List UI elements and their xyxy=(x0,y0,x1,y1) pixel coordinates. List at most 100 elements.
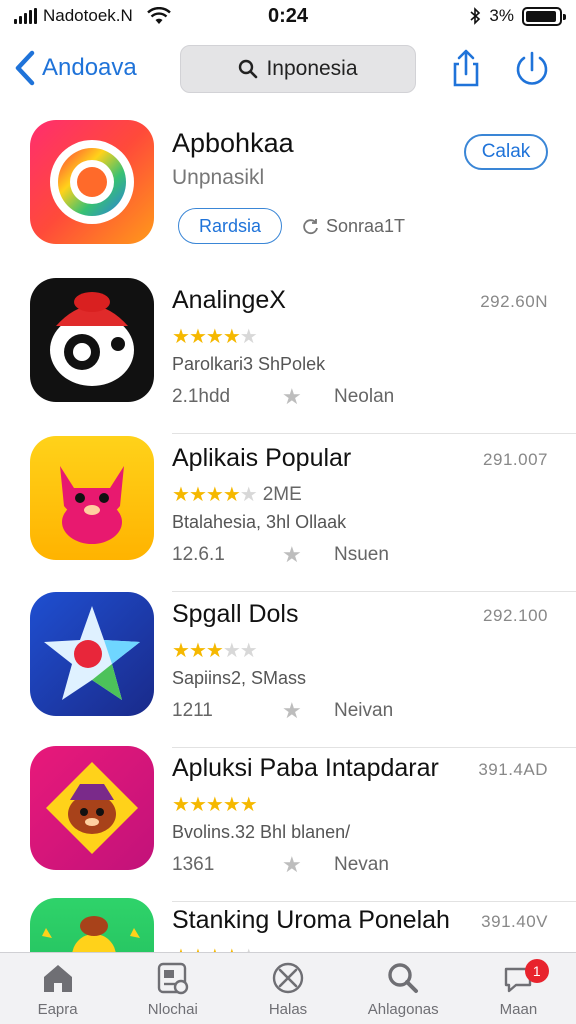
apps-icon xyxy=(157,962,188,995)
rating-star: ★ xyxy=(222,794,241,816)
rating-star: ★ xyxy=(188,484,207,506)
rating-star: ★ xyxy=(239,326,258,348)
star-icon: ★ xyxy=(282,698,302,723)
star-rating: ★★★★★ xyxy=(172,792,263,817)
rating-star: ★ xyxy=(205,794,224,816)
meta-left: 12.6.1 xyxy=(172,544,225,565)
featured-app[interactable]: Apbohkaa Unpnasikl Calak Rardsia Sonraa1… xyxy=(0,120,576,260)
compass-icon xyxy=(272,962,304,994)
meta-left: 1211 xyxy=(172,700,213,721)
size-link[interactable]: Sonraa1T xyxy=(302,216,405,237)
tab-bar: Eapra Nlochai Halas Ahlagonas 1 Maan xyxy=(0,952,576,1024)
app-price: 391.40V xyxy=(481,912,548,931)
app-meta: 2.1hdd ★ Neolan xyxy=(172,384,394,410)
app-description: Btalahesia, 3hl Ollaak xyxy=(172,512,347,532)
tab-home[interactable]: Eapra xyxy=(0,953,115,1024)
app-icon xyxy=(30,592,154,716)
get-button[interactable]: Calak xyxy=(464,134,548,170)
app-name: Spgall Dols xyxy=(172,600,299,628)
star-icon: ★ xyxy=(282,384,302,409)
size-label: Sonraa1T xyxy=(326,216,406,236)
search-field[interactable]: Inponesia xyxy=(180,45,416,93)
app-description: Sapiins2, SMass xyxy=(172,668,307,688)
app-description: Bvolins.32 Bhl blanen/ xyxy=(172,822,351,842)
rating-star: ★ xyxy=(172,794,190,816)
rating-star: ★ xyxy=(222,640,241,662)
app-price: 292.100 xyxy=(483,606,548,625)
rating-star: ★ xyxy=(239,794,258,816)
rating-star: ★ xyxy=(205,640,224,662)
rating-star: ★ xyxy=(239,484,258,506)
share-icon[interactable] xyxy=(446,48,486,88)
list-item[interactable]: Aplikais Popular 291.007 ★★★★★ 2ME Btalah… xyxy=(0,436,576,592)
tab-label: Nlochai xyxy=(147,1001,198,1018)
divider xyxy=(172,433,576,434)
tab-label: Ahlagonas xyxy=(367,1001,439,1018)
rating-star: ★ xyxy=(222,326,241,348)
app-icon xyxy=(30,436,154,560)
featured-app-icon xyxy=(30,120,154,244)
app-description: Parolkari3 ShPolek xyxy=(172,354,326,374)
battery-percent: 3% xyxy=(489,6,514,25)
featured-app-title: Apbohkaa xyxy=(172,128,294,158)
rating-star: ★ xyxy=(188,640,207,662)
search-text: Inponesia xyxy=(266,57,358,80)
back-label: Andoava xyxy=(42,54,137,81)
app-icon xyxy=(30,278,154,402)
meta-right: Nevan xyxy=(334,854,389,875)
status-right: 3% xyxy=(469,6,566,26)
star-icon: ★ xyxy=(282,852,302,877)
star-rating: ★★★★★ xyxy=(172,638,263,663)
tab-label: Maan xyxy=(499,1001,538,1018)
refresh-icon xyxy=(303,218,318,234)
app-name: Aplikais Popular xyxy=(172,444,352,472)
home-icon xyxy=(43,965,72,992)
rating-star: ★ xyxy=(205,326,224,348)
rating-star: ★ xyxy=(205,484,224,506)
app-price: 292.60N xyxy=(480,292,548,311)
app-name: Apluksi Paba Intapdarar xyxy=(172,754,439,782)
star-rating: ★★★★★ xyxy=(172,324,263,349)
star-rating: ★★★★★ 2ME xyxy=(172,483,302,507)
tab-label: Eapra xyxy=(37,1001,78,1018)
tab-compass[interactable]: Halas xyxy=(230,953,345,1024)
back-button[interactable]: Andoava xyxy=(14,50,137,86)
navigation-bar: Andoava Inponesia xyxy=(0,42,576,98)
search-icon xyxy=(388,963,419,993)
rating-star: ★ xyxy=(239,640,258,662)
rating-star: ★ xyxy=(188,794,207,816)
chevron-left-icon xyxy=(15,50,35,86)
search-icon xyxy=(239,59,258,79)
app-name: Stanking Uroma Ponelah xyxy=(172,906,450,934)
tab-apps[interactable]: Nlochai xyxy=(115,953,230,1024)
power-icon[interactable] xyxy=(512,48,552,88)
rating-star: ★ xyxy=(172,640,190,662)
app-icon xyxy=(30,746,154,870)
status-bar: Nadotoek.N 0:24 3% xyxy=(0,0,576,36)
bluetooth-icon xyxy=(470,7,481,25)
category-pill-button[interactable]: Rardsia xyxy=(178,208,282,244)
app-price: 391.4AD xyxy=(478,760,548,779)
rating-star: ★ xyxy=(172,484,190,506)
list-item[interactable]: Apluksi Paba Intapdarar 391.4AD ★★★★★ Bv… xyxy=(0,746,576,902)
app-name: AnalingeX xyxy=(172,286,286,314)
meta-left: 1361 xyxy=(172,854,215,875)
rating-star: ★ xyxy=(172,326,190,348)
app-meta: 1211 ★ Neivan xyxy=(172,698,393,724)
meta-right: Neolan xyxy=(334,386,395,407)
meta-right: Neivan xyxy=(334,700,394,721)
app-price: 291.007 xyxy=(483,450,548,469)
meta-right: Nsuen xyxy=(334,544,389,565)
star-icon: ★ xyxy=(282,542,302,567)
featured-app-subtitle: Unpnasikl xyxy=(172,166,265,189)
tab-search[interactable]: Ahlagonas xyxy=(346,953,461,1024)
notification-badge: 1 xyxy=(524,959,549,983)
rating-star: ★ xyxy=(222,484,241,506)
app-meta: 1361 ★ Nevan xyxy=(172,852,389,878)
list-item[interactable]: AnalingeX 292.60N ★★★★★ Parolkari3 ShPol… xyxy=(0,278,576,434)
tab-messages[interactable]: 1 Maan xyxy=(461,953,576,1024)
rating-star: ★ xyxy=(188,326,207,348)
battery-icon xyxy=(522,6,566,26)
list-item[interactable]: Spgall Dols 292.100 ★★★★★ Sapiins2, SMas… xyxy=(0,592,576,748)
tab-label: Halas xyxy=(268,1001,308,1018)
